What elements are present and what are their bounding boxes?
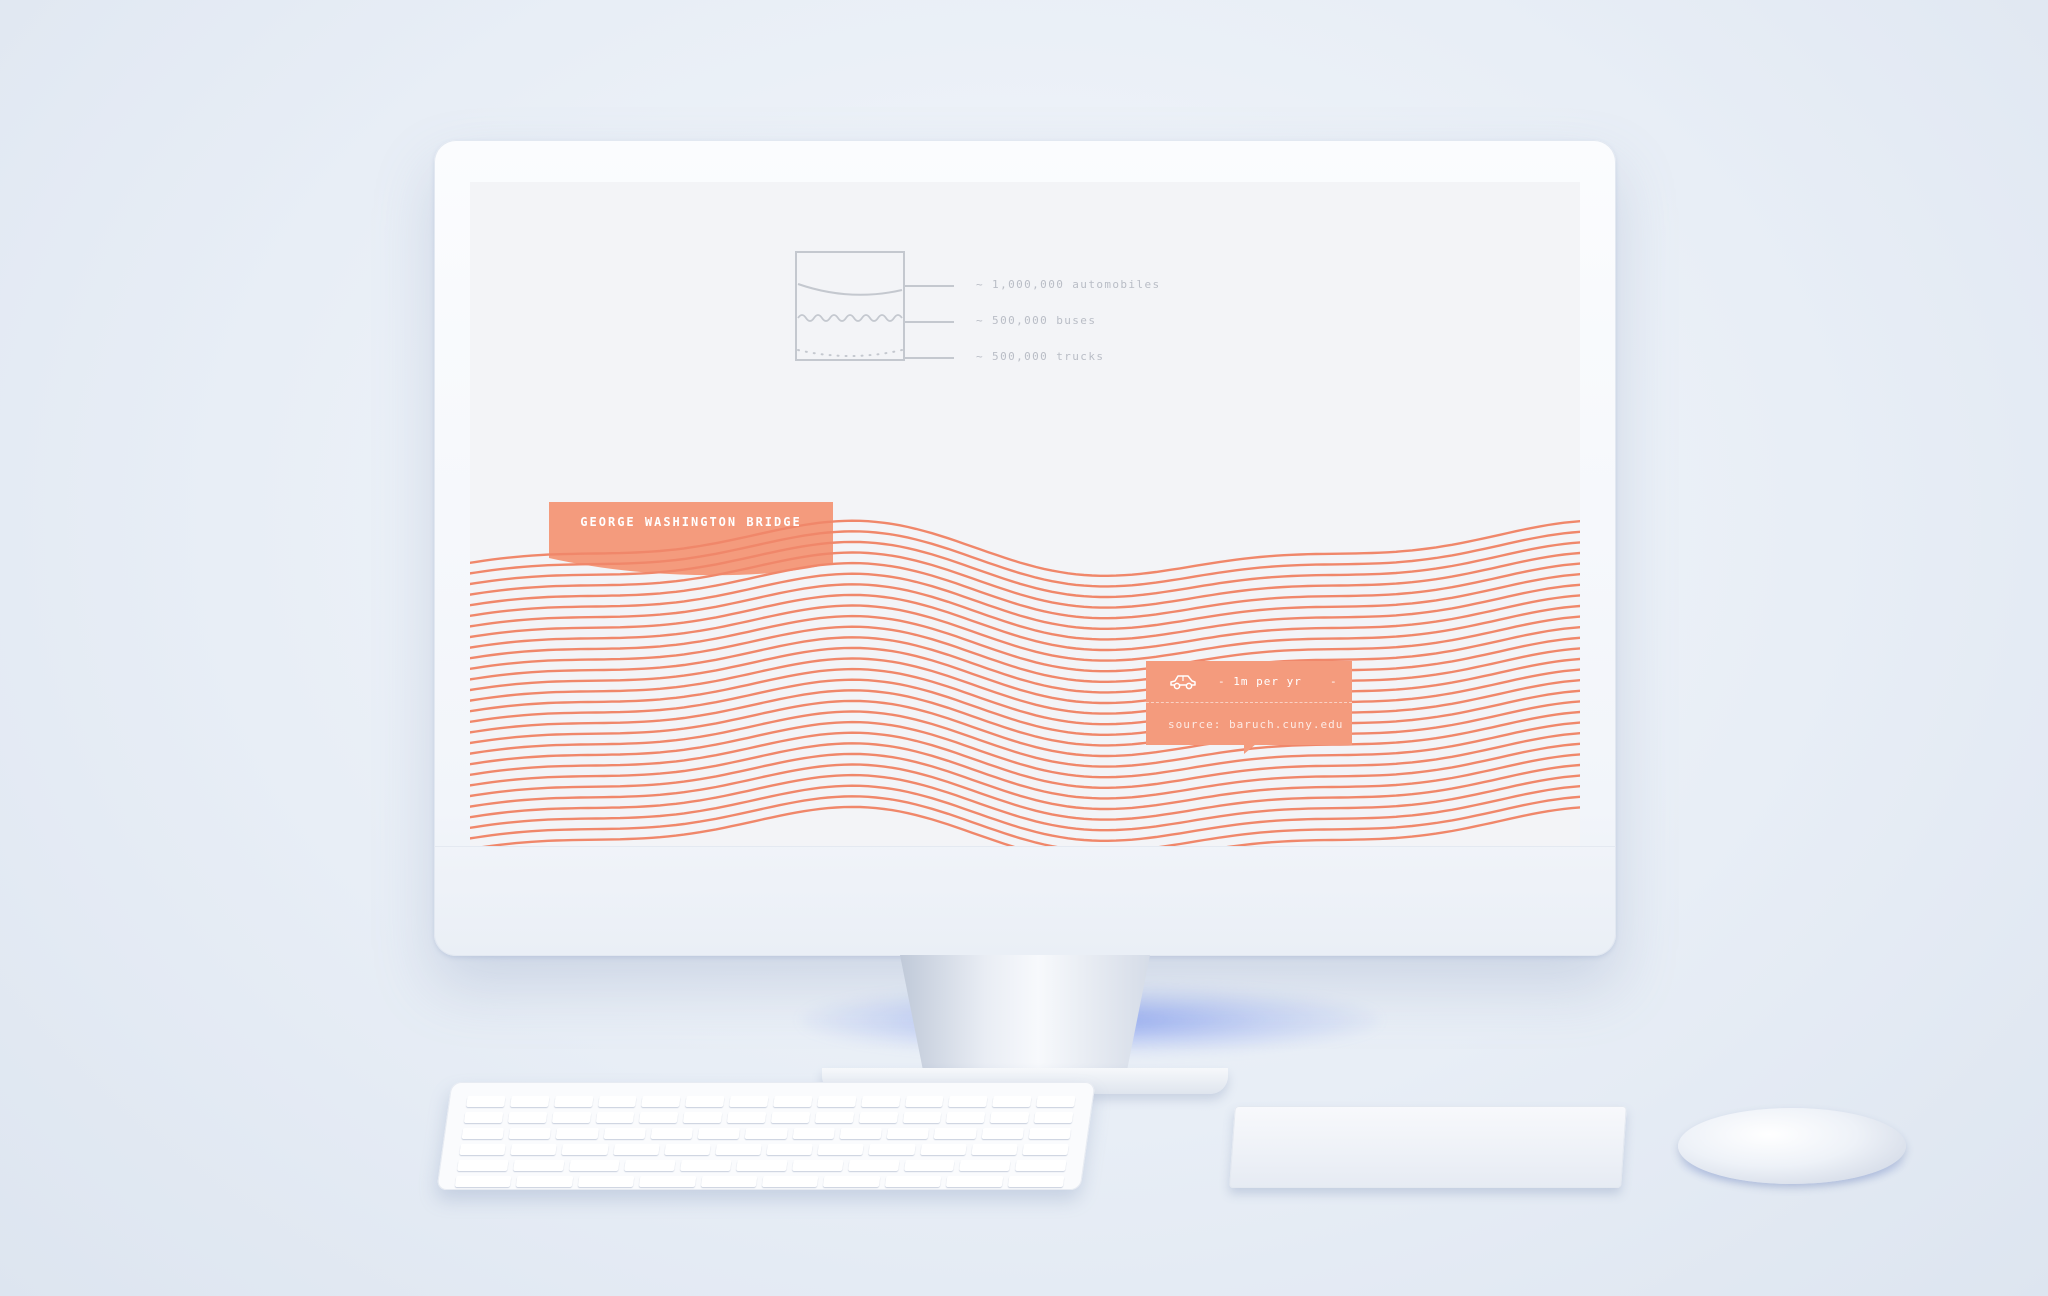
keyboard-key[interactable] — [766, 1144, 814, 1155]
keyboard-key[interactable] — [971, 1144, 1018, 1155]
keyboard-row — [463, 1112, 1074, 1123]
keyboard-key[interactable] — [744, 1128, 788, 1139]
keyboard-key[interactable] — [858, 1112, 898, 1123]
keyboard-key[interactable] — [556, 1128, 599, 1139]
keyboard-key[interactable] — [773, 1096, 813, 1107]
keyboard-key[interactable] — [902, 1112, 942, 1123]
keyboard-key[interactable] — [1007, 1176, 1065, 1187]
keyboard-key[interactable] — [639, 1176, 697, 1187]
keyboard-key[interactable] — [624, 1160, 676, 1171]
keyboard-key[interactable] — [664, 1144, 711, 1155]
keyboard-key[interactable] — [603, 1128, 647, 1139]
keyboard-key[interactable] — [639, 1112, 679, 1123]
keyboard-key[interactable] — [761, 1176, 819, 1187]
keyboard-key[interactable] — [791, 1160, 844, 1171]
bridge-title: GEORGE WASHINGTON BRIDGE — [580, 515, 802, 529]
keyboard-key[interactable] — [770, 1112, 811, 1123]
keyboard-key[interactable] — [597, 1096, 638, 1107]
keyboard-key[interactable] — [512, 1160, 565, 1171]
keyboard-key[interactable] — [680, 1160, 732, 1171]
mouse[interactable] — [1678, 1108, 1906, 1184]
keyboard-key[interactable] — [736, 1160, 788, 1171]
keyboard-key[interactable] — [981, 1128, 1024, 1139]
keyboard-key[interactable] — [729, 1096, 769, 1107]
source-text: source: baruch.cuny.edu — [1168, 718, 1344, 731]
keyboard-key[interactable] — [839, 1128, 883, 1139]
keyboard-key[interactable] — [792, 1128, 835, 1139]
keyboard-row — [466, 1096, 1076, 1107]
keyboard-key[interactable] — [946, 1176, 1004, 1187]
keyboard-key[interactable] — [1036, 1096, 1076, 1107]
keyboard-key[interactable] — [551, 1112, 591, 1123]
keyboard-key[interactable] — [959, 1160, 1011, 1171]
keyboard-key[interactable] — [886, 1128, 930, 1139]
keyboard-key[interactable] — [508, 1128, 552, 1139]
keyboard-key[interactable] — [516, 1176, 574, 1187]
keyboard-key[interactable] — [868, 1144, 916, 1155]
keyboard-key[interactable] — [595, 1112, 635, 1123]
keyboard-key[interactable] — [992, 1096, 1032, 1107]
keyboard-key[interactable] — [459, 1144, 507, 1155]
keyboard-key[interactable] — [466, 1096, 506, 1107]
keyboard-key[interactable] — [641, 1096, 681, 1107]
keyboard-key[interactable] — [685, 1096, 725, 1107]
keyboard-key[interactable] — [933, 1128, 977, 1139]
keyboard-key[interactable] — [860, 1096, 901, 1107]
keyboard-key[interactable] — [823, 1176, 881, 1187]
keyboard-key[interactable] — [510, 1144, 558, 1155]
keyboard-key[interactable] — [948, 1096, 988, 1107]
keyboard-key[interactable] — [946, 1112, 986, 1123]
keyboard-key[interactable] — [1015, 1160, 1067, 1171]
keyboard-row — [457, 1160, 1067, 1171]
keyboard-key[interactable] — [847, 1160, 900, 1171]
keyboard-row — [454, 1176, 1065, 1187]
monitor-chin — [434, 846, 1616, 847]
keyboard-key[interactable] — [715, 1144, 762, 1155]
keyboard-key[interactable] — [814, 1112, 855, 1123]
monitor-stand — [899, 955, 1151, 1075]
keyboard-key[interactable] — [817, 1144, 865, 1155]
keyboard-key[interactable] — [726, 1112, 767, 1123]
keyboard-row — [459, 1144, 1069, 1155]
keyboard[interactable] — [436, 1082, 1096, 1190]
keyboard-key[interactable] — [650, 1128, 694, 1139]
keyboard-key[interactable] — [612, 1144, 660, 1155]
keyboard-key[interactable] — [700, 1176, 758, 1187]
keyboard-key[interactable] — [454, 1176, 512, 1187]
car-icon — [1170, 675, 1196, 690]
keyboard-key[interactable] — [507, 1112, 548, 1123]
keyboard-row — [461, 1128, 1072, 1139]
keyboard-key[interactable] — [461, 1128, 505, 1139]
keyboard-key[interactable] — [553, 1096, 594, 1107]
info-card-header: - 1m per yr - — [1146, 661, 1352, 703]
keyboard-key[interactable] — [1028, 1128, 1072, 1139]
keyboard-key[interactable] — [561, 1144, 609, 1155]
keyboard-key[interactable] — [463, 1112, 504, 1123]
keyboard-key[interactable] — [990, 1112, 1030, 1123]
keyboard-key[interactable] — [1033, 1112, 1074, 1123]
screen: ~ 1,000,000 automobiles ~ 500,000 buses … — [470, 182, 1580, 846]
keyboard-key[interactable] — [697, 1128, 741, 1139]
keyboard-key[interactable] — [919, 1144, 967, 1155]
keyboard-key[interactable] — [816, 1096, 857, 1107]
keyboard-key[interactable] — [568, 1160, 621, 1171]
keyboard-key[interactable] — [884, 1176, 942, 1187]
trackpad[interactable] — [1229, 1106, 1627, 1188]
rate-dash: - — [1330, 675, 1337, 688]
monitor: ~ 1,000,000 automobiles ~ 500,000 buses … — [434, 140, 1616, 956]
info-card: - 1m per yr - source: baruch.cuny.edu — [1146, 661, 1352, 754]
keyboard-key[interactable] — [577, 1176, 635, 1187]
rate-text: - 1m per yr — [1218, 675, 1302, 688]
keyboard-key[interactable] — [509, 1096, 550, 1107]
keyboard-key[interactable] — [683, 1112, 723, 1123]
keyboard-key[interactable] — [457, 1160, 509, 1171]
keyboard-key[interactable] — [904, 1096, 945, 1107]
keyboard-key[interactable] — [1022, 1144, 1069, 1155]
keyboard-key[interactable] — [903, 1160, 955, 1171]
